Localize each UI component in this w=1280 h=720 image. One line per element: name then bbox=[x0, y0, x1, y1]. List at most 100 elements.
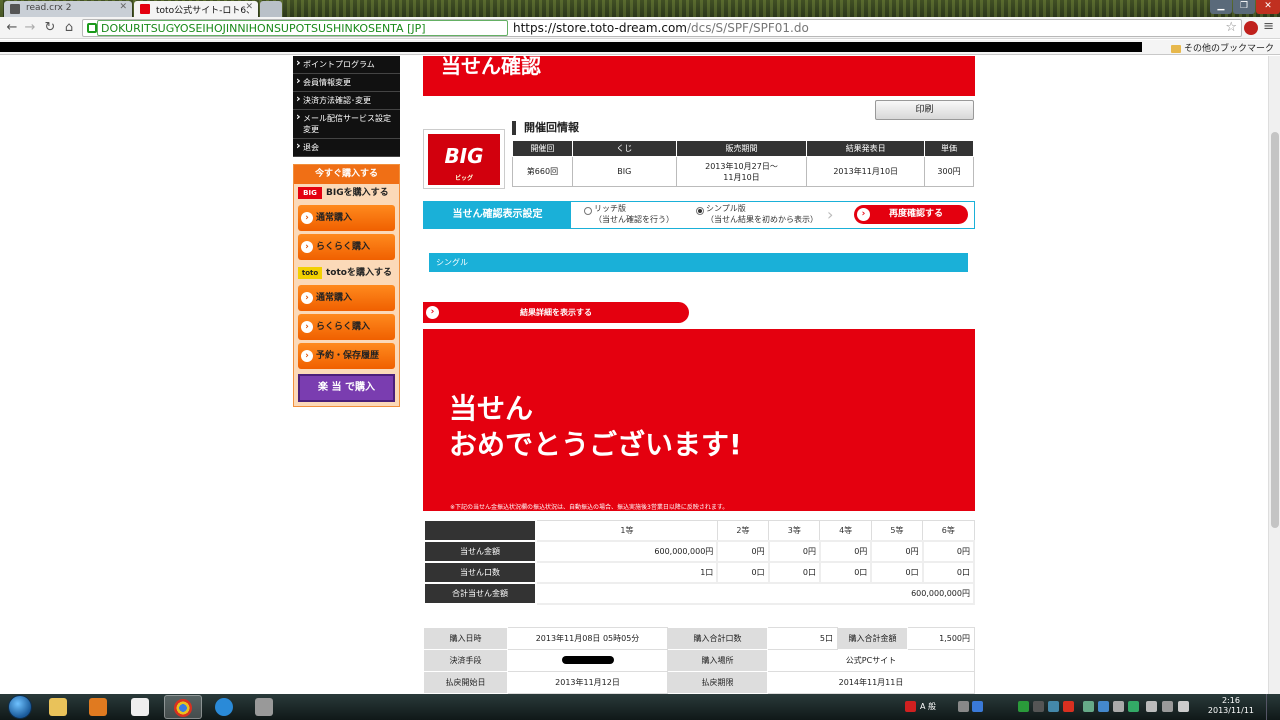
refund-start-label: 払戻開始日 bbox=[423, 671, 508, 694]
big-normal-buy-button[interactable]: › 通常購入 bbox=[298, 205, 395, 231]
sidebar: ポイントプログラム 会員情報変更 決済方法確認･変更 メール配信サービス設定変更… bbox=[293, 56, 400, 407]
tab-strip: read.crx 2 ✕ toto公式サイト-ロト6、 ✕ ▁ ❐ ✕ bbox=[0, 0, 1280, 17]
recheck-label: 再度確認する bbox=[888, 209, 943, 219]
tray-icon[interactable] bbox=[1113, 701, 1124, 712]
prize-count-5: 0口 bbox=[870, 561, 924, 584]
url-text[interactable]: https://store.toto-dream.com/dcs/S/SPF/S… bbox=[513, 21, 809, 35]
address-bar[interactable]: DOKURITSUGYOSEIHOJINNIHONSUPOTSUSHINKOSE… bbox=[82, 19, 1242, 37]
big-buy-title: BIGを購入する bbox=[326, 188, 389, 198]
minimize-icon[interactable]: ▁ bbox=[1210, 0, 1232, 14]
table-row: 当せん口数 1口 0口 0口 0口 0口 0口 bbox=[423, 561, 976, 584]
rich-label: リッチ版 bbox=[594, 204, 626, 213]
toto-reservation-button[interactable]: › 予約・保存履歴 bbox=[298, 343, 395, 369]
tray-icon[interactable] bbox=[1018, 701, 1029, 712]
tray-icon[interactable] bbox=[1083, 701, 1094, 712]
purchase-amount-value: 1,500円 bbox=[907, 627, 975, 650]
show-details-label: 結果詳細を表示する bbox=[520, 308, 592, 317]
extension-icon[interactable] bbox=[1244, 21, 1258, 35]
menu-item-mail[interactable]: メール配信サービス設定変更 bbox=[293, 110, 400, 139]
col-5th: 5等 bbox=[870, 519, 924, 542]
taskbar-window[interactable] bbox=[246, 695, 284, 719]
menu-item-withdraw[interactable]: 退会 bbox=[293, 139, 400, 157]
table-row: 第660回 BIG 2013年10月27日～ 11月10日 2013年11月10… bbox=[512, 156, 974, 187]
toto-normal-buy-button[interactable]: › 通常購入 bbox=[298, 285, 395, 311]
col-sales-period: 販売期間 bbox=[675, 140, 808, 157]
system-clock[interactable]: 2:16 2013/11/11 bbox=[1208, 696, 1254, 716]
taskbar-ie[interactable] bbox=[206, 695, 244, 719]
tray-icon[interactable] bbox=[1098, 701, 1109, 712]
help-icon[interactable] bbox=[972, 701, 983, 712]
vertical-scrollbar[interactable] bbox=[1268, 56, 1280, 694]
show-desktop-button[interactable] bbox=[1266, 694, 1280, 720]
simple-radio[interactable] bbox=[696, 207, 704, 215]
url-host: https://store.toto-dream.com bbox=[513, 21, 687, 35]
arrow-icon: › bbox=[301, 292, 313, 304]
tray-icon[interactable] bbox=[1063, 701, 1074, 712]
rich-option[interactable]: リッチ版 （当せん確認を行う） bbox=[594, 203, 674, 225]
forward-arrow-icon[interactable]: → bbox=[22, 20, 38, 36]
corner-cell bbox=[423, 519, 537, 542]
tray-icon[interactable] bbox=[1033, 701, 1044, 712]
close-icon[interactable]: ✕ bbox=[119, 2, 127, 12]
purchase-units-value: 5口 bbox=[767, 627, 838, 650]
arrow-icon: › bbox=[301, 350, 313, 362]
flag-icon[interactable] bbox=[1146, 701, 1157, 712]
refund-end-value: 2014年11月11日 bbox=[767, 671, 975, 694]
big-logo-subtext: ビッグ bbox=[454, 175, 473, 182]
reload-icon[interactable]: ↻ bbox=[42, 20, 58, 36]
network-icon[interactable] bbox=[1162, 701, 1173, 712]
congratulations-text: おめでとうございます! bbox=[449, 428, 742, 461]
bookmark-star-icon[interactable]: ☆ bbox=[1225, 20, 1237, 35]
show-details-button[interactable]: › 結果詳細を表示する bbox=[423, 302, 689, 323]
total-prize-amount: 600,000,000円 bbox=[535, 582, 975, 605]
recheck-button[interactable]: › 再度確認する bbox=[854, 205, 968, 224]
taskbar-chrome[interactable] bbox=[164, 695, 202, 719]
payment-label: 決済手段 bbox=[423, 649, 508, 672]
round-info-table: 開催回 くじ 販売期間 結果発表日 単価 第660回 BIG 2013年10月2… bbox=[512, 140, 974, 187]
prize-count-3: 0口 bbox=[767, 561, 821, 584]
simple-option[interactable]: シンプル版 （当せん結果を初めから表示） bbox=[706, 203, 818, 225]
volume-icon[interactable] bbox=[1178, 701, 1189, 712]
start-button[interactable] bbox=[2, 694, 38, 720]
taskbar: A 般 2:16 2013/11/11 bbox=[0, 694, 1280, 720]
cell-result-date: 2013年11月10日 bbox=[806, 156, 926, 187]
rakutou-buy-button[interactable]: 楽 当 で購入 bbox=[298, 374, 395, 402]
tab-toto[interactable]: toto公式サイト-ロト6、 ✕ bbox=[134, 1, 258, 17]
cell-sales-period: 2013年10月27日～ 11月10日 bbox=[675, 156, 808, 187]
back-arrow-icon[interactable]: ← bbox=[4, 20, 20, 36]
col-lottery: くじ bbox=[571, 140, 677, 157]
menu-icon[interactable]: ≡ bbox=[1263, 19, 1274, 34]
internet-explorer-icon bbox=[215, 698, 233, 716]
menu-item-points[interactable]: ポイントプログラム bbox=[293, 56, 400, 74]
purchase-date-label: 購入日時 bbox=[423, 627, 508, 650]
menu-item-member-info[interactable]: 会員情報変更 bbox=[293, 74, 400, 92]
scrollbar-thumb[interactable] bbox=[1271, 132, 1279, 528]
tab-read-crx[interactable]: read.crx 2 ✕ bbox=[4, 1, 132, 17]
menu-item-payment[interactable]: 決済方法確認･変更 bbox=[293, 92, 400, 110]
window-close-icon[interactable]: ✕ bbox=[1256, 0, 1280, 14]
browser-toolbar: ← → ↻ ⌂ DOKURITSUGYOSEIHOJINNIHONSUPOTSU… bbox=[0, 17, 1280, 39]
taskbar-explorer[interactable] bbox=[40, 695, 78, 719]
folder-icon bbox=[1170, 44, 1181, 53]
print-button[interactable]: 印刷 bbox=[875, 100, 974, 120]
new-tab-button[interactable] bbox=[260, 1, 282, 17]
rich-radio[interactable] bbox=[584, 207, 592, 215]
restore-icon[interactable]: ❐ bbox=[1233, 0, 1255, 14]
page-header-banner: 当せん確認 bbox=[423, 56, 975, 96]
tray-icon[interactable] bbox=[958, 701, 969, 712]
alert-icon[interactable] bbox=[905, 701, 916, 712]
other-bookmarks-label: その他のブックマーク bbox=[1183, 44, 1274, 54]
redacted-payment bbox=[561, 655, 614, 664]
ime-indicator[interactable]: A 般 bbox=[920, 701, 936, 712]
close-icon[interactable]: ✕ bbox=[245, 2, 253, 12]
big-easy-buy-button[interactable]: › らくらく購入 bbox=[298, 234, 395, 260]
arrow-icon: › bbox=[301, 241, 313, 253]
taskbar-media-player[interactable] bbox=[80, 695, 118, 719]
arrow-icon: › bbox=[301, 321, 313, 333]
home-icon[interactable]: ⌂ bbox=[61, 20, 77, 36]
tray-icon[interactable] bbox=[1048, 701, 1059, 712]
taskbar-app[interactable] bbox=[122, 695, 160, 719]
tray-icon[interactable] bbox=[1128, 701, 1139, 712]
toto-easy-buy-button[interactable]: › らくらく購入 bbox=[298, 314, 395, 340]
other-bookmarks[interactable]: その他のブックマーク bbox=[1170, 41, 1274, 54]
